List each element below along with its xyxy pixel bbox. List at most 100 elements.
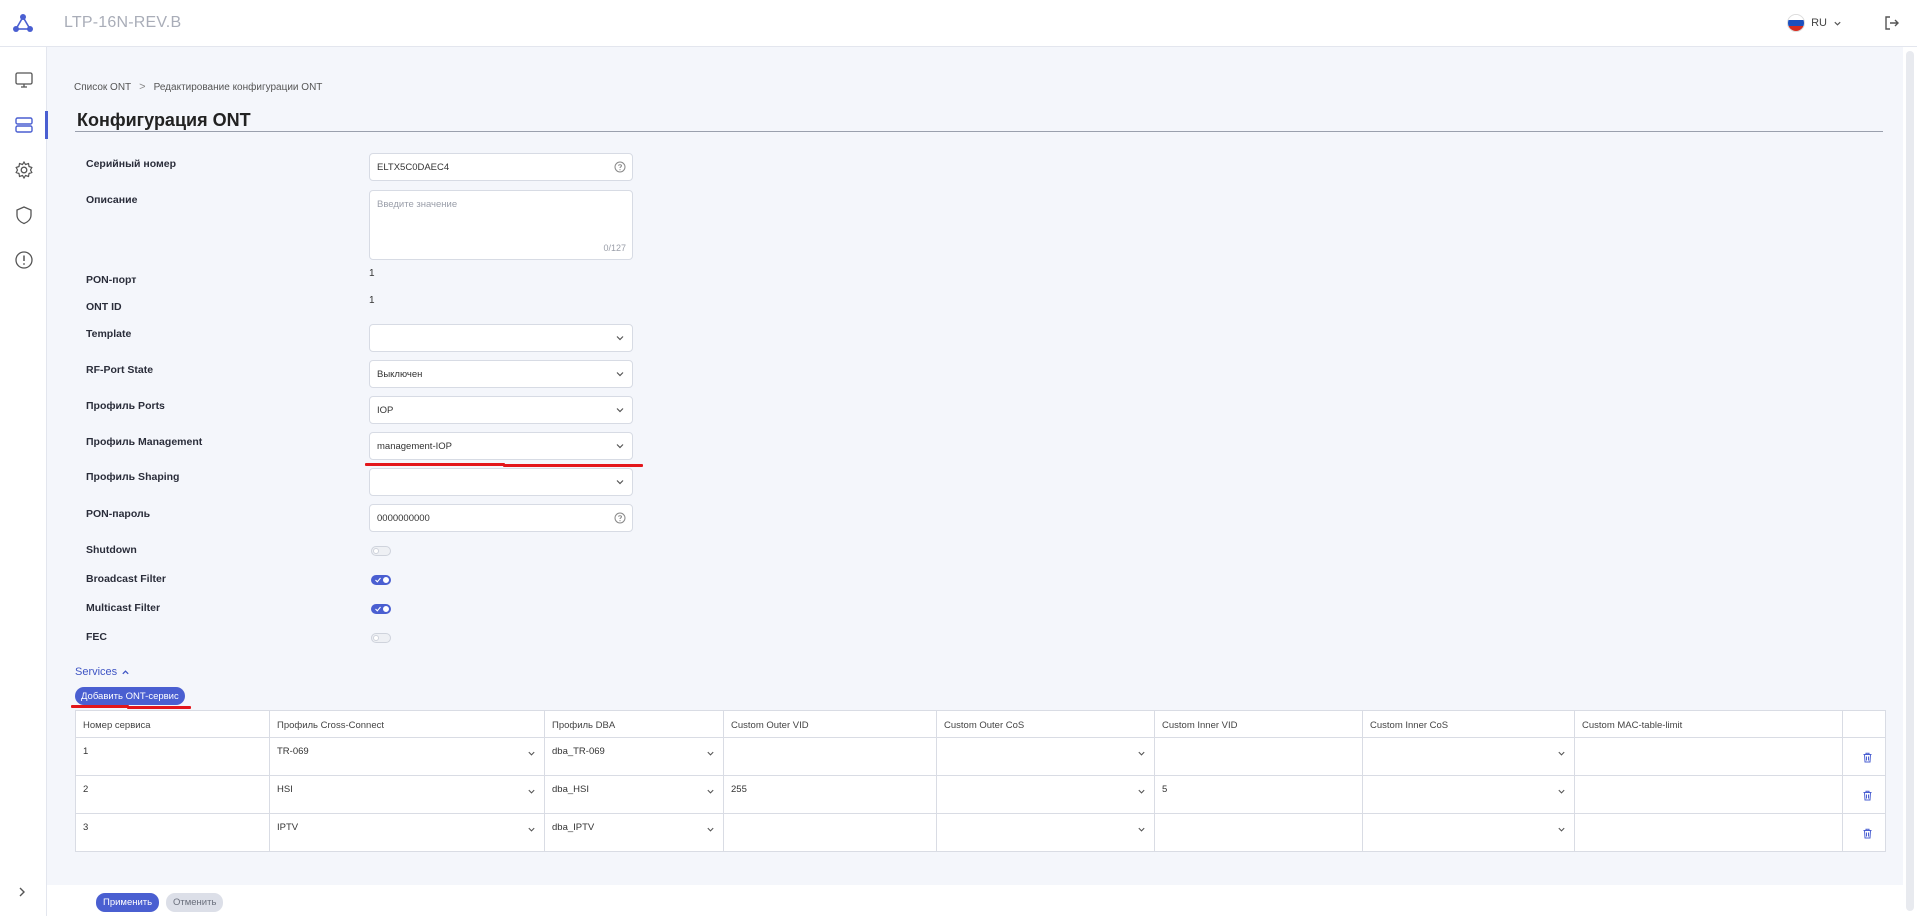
outer-cos-select[interactable]	[936, 775, 1155, 814]
sidebar-item-alarms[interactable]	[0, 242, 47, 278]
service-number-input[interactable]: 2	[75, 775, 270, 814]
annotation-underline	[71, 705, 129, 708]
language-selector[interactable]: RU	[1787, 14, 1842, 32]
column-header: Custom Outer VID	[723, 710, 937, 738]
profile-shaping-select[interactable]	[369, 468, 633, 496]
help-circle-icon[interactable]	[614, 161, 626, 173]
inner-vid-input[interactable]	[1154, 737, 1363, 776]
help-circle-icon[interactable]	[614, 512, 626, 524]
rf-port-state-select[interactable]: Выключен	[369, 360, 633, 388]
description-label: Описание	[86, 194, 138, 206]
profile-management-select[interactable]: management-IOP	[369, 432, 633, 460]
table-row: 2 HSI dba_HSI 255 5	[75, 775, 1886, 814]
multicast-filter-toggle[interactable]	[371, 604, 391, 614]
breadcrumb-ont-list[interactable]: Список ONT	[74, 82, 131, 93]
service-number-input[interactable]: 1	[75, 737, 270, 776]
description-textarea[interactable]: Введите значение 0/127	[369, 190, 633, 260]
services-section-toggle[interactable]: Services	[75, 666, 130, 678]
sidebar-item-ont[interactable]	[0, 107, 48, 143]
sidebar-expand-button[interactable]	[12, 882, 32, 902]
description-placeholder: Введите значение	[377, 199, 458, 210]
add-ont-service-button[interactable]: Добавить ONT-сервис	[75, 687, 185, 705]
ont-id-label: ONT ID	[86, 301, 122, 313]
rf-port-state-value: Выключен	[377, 368, 423, 380]
sidebar-item-security[interactable]	[0, 197, 47, 233]
cancel-button[interactable]: Отменить	[166, 893, 224, 912]
server-icon	[14, 117, 33, 133]
outer-vid-input[interactable]: 255	[723, 775, 937, 814]
cross-connect-select[interactable]: HSI	[269, 775, 545, 814]
inner-cos-select[interactable]	[1362, 737, 1575, 776]
sidebar-item-monitoring[interactable]	[0, 62, 47, 98]
outer-cos-select[interactable]	[936, 737, 1155, 776]
column-header: Custom MAC-table-limit	[1574, 710, 1843, 738]
cross-connect-value: HSI	[277, 784, 293, 795]
chevron-down-icon	[616, 444, 624, 449]
shutdown-toggle[interactable]	[371, 546, 391, 556]
column-header: Номер сервиса	[75, 710, 270, 738]
template-select[interactable]	[369, 324, 633, 352]
profile-ports-label: Профиль Ports	[86, 400, 165, 412]
trash-icon[interactable]	[1862, 828, 1873, 839]
dba-select[interactable]: dba_HSI	[544, 775, 724, 814]
page-scrollbar[interactable]	[1903, 47, 1917, 916]
logo-icon[interactable]	[12, 12, 34, 34]
mac-limit-input[interactable]	[1574, 737, 1843, 776]
mac-limit-input[interactable]	[1574, 813, 1843, 852]
annotation-underline	[365, 463, 505, 466]
inner-cos-select[interactable]	[1362, 813, 1575, 852]
chevron-down-icon	[616, 408, 624, 413]
bottom-action-bar: Применить Отменить	[47, 885, 1903, 916]
scrollbar-thumb[interactable]	[1906, 51, 1914, 911]
column-header: Custom Inner CoS	[1362, 710, 1575, 738]
breadcrumb: Список ONT > Редактирование конфигурации…	[74, 81, 322, 93]
delete-cell	[1842, 775, 1886, 814]
delete-cell	[1842, 737, 1886, 776]
outer-cos-select[interactable]	[936, 813, 1155, 852]
annotation-underline	[503, 464, 643, 467]
fec-toggle[interactable]	[371, 633, 391, 643]
column-header-actions	[1842, 710, 1886, 738]
trash-icon[interactable]	[1862, 752, 1873, 763]
russia-flag-icon	[1787, 14, 1806, 32]
chevron-down-icon	[1138, 827, 1145, 832]
cross-connect-select[interactable]: IPTV	[269, 813, 545, 852]
inner-vid-input[interactable]: 5	[1154, 775, 1363, 814]
chevron-down-icon	[616, 480, 624, 485]
service-number-input[interactable]: 3	[75, 813, 270, 852]
pon-password-value: 0000000000	[377, 512, 430, 524]
description-char-counter: 0/127	[603, 243, 626, 253]
chevron-down-icon	[616, 372, 624, 377]
chevron-down-icon	[1834, 21, 1841, 26]
inner-cos-select[interactable]	[1362, 775, 1575, 814]
multicast-filter-label: Multicast Filter	[86, 602, 161, 614]
serial-input[interactable]: ELTX5C0DAEC4	[369, 153, 633, 181]
monitor-icon	[14, 72, 33, 88]
chevron-down-icon	[616, 336, 624, 341]
app-title: LTP-16N-REV.B	[64, 14, 182, 31]
shutdown-label: Shutdown	[86, 544, 137, 556]
toggle-knob	[383, 606, 389, 612]
profile-ports-select[interactable]: IOP	[369, 396, 633, 424]
inner-vid-input[interactable]	[1154, 813, 1363, 852]
outer-vid-input[interactable]	[723, 813, 937, 852]
ont-id-value: 1	[369, 295, 375, 306]
chevron-down-icon	[1558, 789, 1565, 794]
logout-icon[interactable]	[1883, 14, 1901, 32]
cross-connect-select[interactable]: TR-069	[269, 737, 545, 776]
pon-password-input[interactable]: 0000000000	[369, 504, 633, 532]
dba-select[interactable]: dba_IPTV	[544, 813, 724, 852]
apply-button[interactable]: Применить	[96, 893, 160, 912]
trash-icon[interactable]	[1862, 790, 1873, 801]
mac-limit-input[interactable]	[1574, 775, 1843, 814]
broadcast-filter-toggle[interactable]	[371, 575, 391, 585]
sidebar-item-settings[interactable]	[0, 152, 47, 188]
dba-select[interactable]: dba_TR-069	[544, 737, 724, 776]
services-table: Номер сервиса Профиль Cross-Connect Проф…	[75, 710, 1886, 852]
check-icon	[375, 577, 381, 583]
table-row: 3 IPTV dba_IPTV	[75, 813, 1886, 852]
broadcast-filter-label: Broadcast Filter	[86, 573, 166, 585]
dba-value: dba_TR-069	[552, 746, 605, 757]
outer-vid-input[interactable]	[723, 737, 937, 776]
table-row: 1 TR-069 dba_TR-069	[75, 737, 1886, 776]
